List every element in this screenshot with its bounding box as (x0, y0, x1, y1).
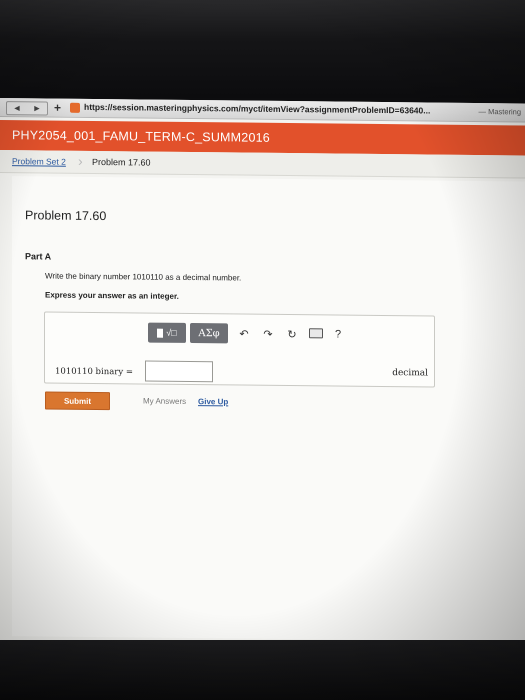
url-address[interactable]: https://session.masteringphysics.com/myc… (84, 102, 430, 116)
breadcrumb-separator-icon: › (78, 152, 83, 169)
breadcrumb-problem-set[interactable]: Problem Set 2 (12, 156, 66, 167)
instruction-text: Express your answer as an integer. (45, 290, 179, 301)
give-up-link[interactable]: Give Up (198, 397, 228, 406)
breadcrumb: Problem Set 2 › Problem 17.60 (0, 150, 525, 179)
page-title: Problem 17.60 (25, 208, 107, 224)
site-name: — Mastering (478, 107, 521, 117)
breadcrumb-current: Problem 17.60 (92, 156, 151, 168)
photo-bezel-top (0, 0, 525, 98)
answer-unit-label: decimal (392, 368, 428, 379)
problem-content: Problem 17.60 Part A Write the binary nu… (12, 176, 525, 642)
redo-icon[interactable]: ↷ (256, 327, 280, 340)
submit-button[interactable]: Submit (45, 391, 110, 411)
reset-icon[interactable]: ↻ (280, 327, 304, 341)
back-arrow-icon[interactable]: ◀ (14, 104, 19, 112)
mastering-favicon-icon (70, 102, 80, 113)
math-template-icon (157, 328, 164, 338)
nav-buttons: ◀ ▶ (6, 101, 48, 116)
answer-input[interactable] (145, 360, 213, 383)
keyboard-icon (309, 327, 323, 338)
answer-prefix-label: 1010110 binary = (55, 366, 133, 378)
my-answers-link[interactable]: My Answers (143, 396, 186, 405)
photo-bezel-bottom (0, 640, 525, 700)
keyboard-button[interactable] (304, 327, 328, 341)
greek-symbols-button[interactable]: ΑΣφ (190, 322, 228, 344)
math-template-button[interactable]: √□ (148, 322, 186, 343)
part-label: Part A (25, 251, 52, 262)
browser-url-bar: ◀ ▶ + https://session.masteringphysics.c… (0, 98, 525, 123)
forward-arrow-icon[interactable]: ▶ (34, 104, 39, 112)
answer-toolbar: √□ ΑΣφ ↶ ↷ ↻ ? (148, 322, 348, 345)
course-title[interactable]: PHY2054_001_FAMU_TERM-C_SUMM2016 (12, 128, 270, 145)
answer-panel: √□ ΑΣφ ↶ ↷ ↻ ? 1010110 binary = decimal (44, 311, 435, 388)
undo-icon[interactable]: ↶ (232, 327, 256, 340)
new-tab-button[interactable]: + (54, 101, 61, 115)
help-button[interactable]: ? (328, 328, 348, 341)
question-text: Write the binary number 1010110 as a dec… (45, 271, 242, 283)
browser-screen: ◀ ▶ + https://session.masteringphysics.c… (0, 98, 525, 648)
